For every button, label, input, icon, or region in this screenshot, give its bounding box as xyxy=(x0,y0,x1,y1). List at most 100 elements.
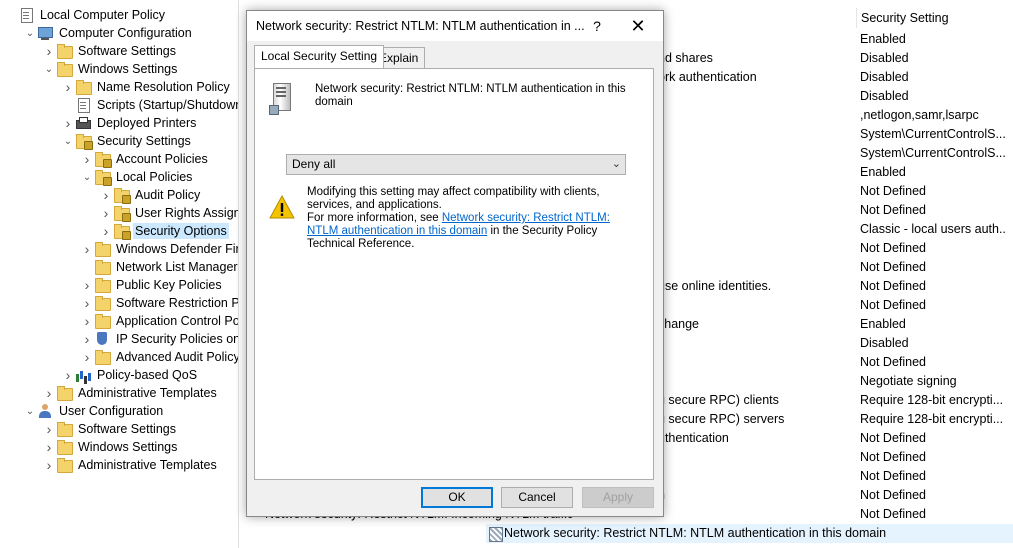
policy-name: ork authentication xyxy=(658,70,757,84)
tree-node[interactable]: › IP Security Policies on Loc xyxy=(80,330,239,348)
tree-node[interactable]: Scripts (Startup/Shutdown) xyxy=(61,96,239,114)
tree-node[interactable]: Network List Manager Pol xyxy=(80,258,238,276)
chevron-right-icon[interactable]: › xyxy=(80,331,94,347)
navigation-tree[interactable]: Local Computer Policy ⌄ Computer Configura… xyxy=(0,0,239,548)
folder-icon xyxy=(56,421,73,437)
close-button[interactable]: ✕ xyxy=(625,14,651,38)
chevron-right-icon[interactable]: › xyxy=(80,349,94,365)
ok-button[interactable]: OK xyxy=(421,487,493,508)
tree-node-label: Security Options xyxy=(133,223,229,239)
tree-node[interactable]: ⌄ Computer Configuration xyxy=(23,24,194,42)
tree-node[interactable]: › Security Options xyxy=(99,222,229,240)
printer-icon xyxy=(75,115,91,131)
policy-name: g secure RPC) servers xyxy=(658,412,785,426)
tree-node-label: Local Policies xyxy=(116,170,193,184)
tree-node-label: Policy-based QoS xyxy=(97,368,198,382)
tree-node[interactable]: › Software Restriction Polici xyxy=(80,294,238,312)
tree-node-label: Scripts (Startup/Shutdown) xyxy=(97,98,239,112)
tree-node[interactable]: › Name Resolution Policy xyxy=(61,78,232,96)
folder-icon xyxy=(94,295,111,311)
chevron-right-icon[interactable]: › xyxy=(99,187,113,203)
tree-node-label: Security Settings xyxy=(97,134,191,148)
chevron-right-icon[interactable]: › xyxy=(42,421,56,437)
security-folder-icon xyxy=(94,169,112,186)
help-button[interactable]: ? xyxy=(587,15,607,37)
tree-node[interactable]: › Audit Policy xyxy=(99,186,202,204)
policy-name-label: Network security: Restrict NTLM: NTLM au… xyxy=(315,83,626,108)
chevron-right-icon[interactable]: › xyxy=(42,43,56,59)
tree-node[interactable]: › Account Policies xyxy=(80,150,210,168)
chevron-right-icon[interactable]: › xyxy=(42,439,56,455)
security-setting-value: Not Defined xyxy=(860,450,927,464)
security-setting-value: Disabled xyxy=(860,70,909,84)
security-setting-value: Require 128-bit encrypti... xyxy=(860,412,1004,426)
security-setting-value: ,netlogon,samr,lsarpc xyxy=(860,108,979,122)
chevron-right-icon[interactable]: › xyxy=(42,457,56,473)
chevron-right-icon[interactable]: › xyxy=(42,385,56,401)
security-setting-value: Not Defined xyxy=(860,241,927,255)
tree-node[interactable]: › Administrative Templates xyxy=(42,384,219,402)
tree-node[interactable]: › Software Settings xyxy=(42,420,178,438)
chevron-down-icon[interactable]: ⌄ xyxy=(23,28,37,39)
tree-node-label: IP Security Policies on Loc xyxy=(116,332,239,346)
chevron-down-icon[interactable]: ⌄ xyxy=(61,136,75,147)
folder-icon xyxy=(75,79,92,95)
tree-node-label: Advanced Audit Policy Co xyxy=(116,350,239,364)
security-setting-value: Negotiate signing xyxy=(860,374,957,388)
chevron-right-icon[interactable]: › xyxy=(61,115,75,131)
tab-local-security-setting[interactable]: Local Security Setting xyxy=(254,45,385,68)
policy-icon xyxy=(489,527,503,542)
tree-node[interactable]: ⌄ User Configuration xyxy=(23,402,165,420)
warning-icon xyxy=(269,195,295,219)
tree-node-label: Audit Policy xyxy=(135,188,201,202)
chevron-down-icon[interactable]: ⌄ xyxy=(42,64,56,75)
tree-node[interactable]: › Deployed Printers xyxy=(61,114,198,132)
security-setting-value: Require 128-bit encrypti... xyxy=(860,393,1004,407)
tree-node[interactable]: › Windows Settings xyxy=(42,438,179,456)
chevron-right-icon[interactable]: › xyxy=(80,277,94,293)
chevron-right-icon[interactable]: › xyxy=(61,79,75,95)
tree-node[interactable]: ⌄ Security Settings xyxy=(61,132,193,150)
lock-icon xyxy=(122,213,131,222)
tree-node[interactable]: › Application Control Polici xyxy=(80,312,238,330)
folder-icon xyxy=(56,457,73,473)
tree-node-label: Administrative Templates xyxy=(78,386,217,400)
security-setting-value: Not Defined xyxy=(860,203,927,217)
tree-node[interactable]: › Public Key Policies xyxy=(80,276,224,294)
bar-chart-icon xyxy=(75,367,91,383)
chevron-down-icon[interactable]: ⌄ xyxy=(23,406,37,417)
chevron-right-icon[interactable]: › xyxy=(99,223,113,239)
policy-properties-dialog: Network security: Restrict NTLM: NTLM au… xyxy=(246,10,664,517)
chevron-right-icon[interactable]: › xyxy=(61,367,75,383)
setting-dropdown[interactable]: Deny all ⌄ xyxy=(286,154,626,175)
security-setting-value: Enabled xyxy=(860,32,906,46)
tree-node[interactable]: › Administrative Templates xyxy=(42,456,219,474)
dropdown-value: Deny all xyxy=(292,157,336,171)
chevron-right-icon[interactable]: › xyxy=(80,241,94,257)
lock-icon xyxy=(122,195,131,204)
tree-node[interactable]: Local Computer Policy xyxy=(4,6,167,24)
security-folder-icon xyxy=(113,223,131,240)
tab-panel: Network security: Restrict NTLM: NTLM au… xyxy=(254,68,654,480)
security-setting-value: Not Defined xyxy=(860,488,927,502)
tree-node[interactable]: › Windows Defender Firewa xyxy=(80,240,238,258)
tree-node[interactable]: › User Rights Assignmer xyxy=(99,204,238,222)
cancel-button[interactable]: Cancel xyxy=(501,487,573,508)
folder-icon xyxy=(56,61,73,77)
tree-node[interactable]: › Software Settings xyxy=(42,42,178,60)
chevron-down-icon[interactable]: ⌄ xyxy=(80,172,94,183)
chevron-right-icon[interactable]: › xyxy=(80,295,94,311)
chevron-right-icon[interactable]: › xyxy=(80,313,94,329)
tree-node[interactable]: › Policy-based QoS xyxy=(61,366,199,384)
apply-button[interactable]: Apply xyxy=(582,487,654,508)
column-header-security-setting[interactable]: Security Setting xyxy=(856,8,1004,28)
tree-node[interactable]: ⌄ Local Policies xyxy=(80,168,194,186)
chevron-right-icon[interactable]: › xyxy=(99,205,113,221)
chevron-right-icon[interactable]: › xyxy=(80,151,94,167)
tree-node-label: Software Settings xyxy=(78,422,176,436)
security-setting-value: System\CurrentControlS... xyxy=(860,146,1005,160)
policy-row[interactable]: Network security: Restrict NTLM: NTLM au… xyxy=(486,524,1013,543)
tree-node-label: Administrative Templates xyxy=(78,458,217,472)
tree-node[interactable]: ⌄ Windows Settings xyxy=(42,60,179,78)
tree-node[interactable]: › Advanced Audit Policy Co xyxy=(80,348,239,366)
